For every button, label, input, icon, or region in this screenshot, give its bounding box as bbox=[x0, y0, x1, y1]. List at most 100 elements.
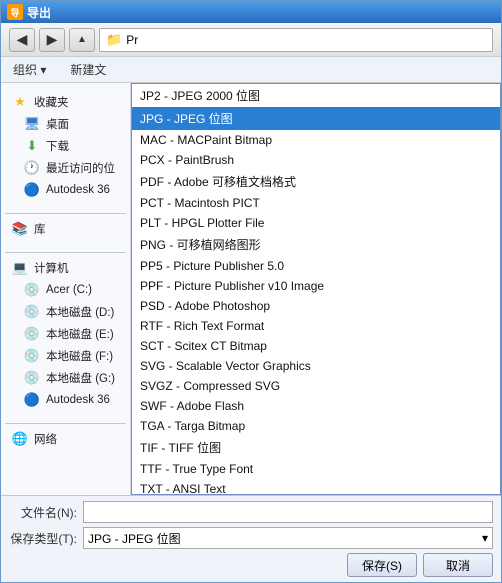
sidebar-item-autodesk2[interactable]: 🔵 Autodesk 36 bbox=[5, 389, 126, 411]
sidebar-favorites: ★ 收藏夹 🖥 桌面 ⬇ 下载 🕐 最近访问的位 🔵 Autodesk bbox=[5, 91, 126, 201]
dropdown-item[interactable]: PNG - 可移植网络图形 bbox=[132, 233, 500, 256]
format-dropdown-container: JP2 - JPEG 2000 位图JPG - JPEG 位图MAC - MAC… bbox=[131, 83, 501, 495]
address-text: Pr bbox=[126, 33, 138, 47]
sidebar-item-downloads[interactable]: ⬇ 下载 bbox=[5, 135, 126, 157]
menubar: 组织 ▾ 新建文 bbox=[1, 57, 501, 83]
address-bar: 📁 Pr bbox=[99, 28, 493, 52]
dropdown-item[interactable]: TTF - True Type Font bbox=[132, 459, 500, 479]
dropdown-item[interactable]: PCX - PaintBrush bbox=[132, 150, 500, 170]
dropdown-item[interactable]: TIF - TIFF 位图 bbox=[132, 436, 500, 459]
dropdown-item[interactable]: PPF - Picture Publisher v10 Image bbox=[132, 276, 500, 296]
window-icon: 导 bbox=[7, 4, 23, 20]
library-icon: 📚 bbox=[11, 221, 29, 237]
sidebar-label: 网络 bbox=[34, 431, 57, 447]
organize-menu[interactable]: 组织 ▾ bbox=[9, 59, 50, 80]
monitor-icon: 🖥 bbox=[23, 116, 41, 132]
filetype-select[interactable]: JPG - JPEG 位图 ▾ bbox=[83, 527, 493, 549]
sidebar-item-library[interactable]: 📚 库 bbox=[5, 218, 126, 240]
computer-icon: 💻 bbox=[11, 260, 29, 276]
sidebar-label: 本地磁盘 (F:) bbox=[46, 348, 113, 364]
sidebar-item-drive-g[interactable]: 💿 本地磁盘 (G:) bbox=[5, 367, 126, 389]
sidebar-label: Autodesk 36 bbox=[46, 394, 110, 406]
sidebar-divider3 bbox=[5, 423, 126, 424]
title-bar: 导 导出 bbox=[1, 1, 501, 23]
dropdown-item[interactable]: RTF - Rich Text Format bbox=[132, 316, 500, 336]
forward-button[interactable]: ▶ bbox=[39, 28, 65, 52]
toolbar: ◀ ▶ ▲ 📁 Pr bbox=[1, 23, 501, 57]
sidebar-divider2 bbox=[5, 252, 126, 253]
dropdown-item[interactable]: PSD - Adobe Photoshop bbox=[132, 296, 500, 316]
filetype-label: 保存类型(T): bbox=[9, 530, 77, 547]
dropdown-item[interactable]: MAC - MACPaint Bitmap bbox=[132, 130, 500, 150]
sidebar-label: 最近访问的位 bbox=[46, 160, 115, 176]
sidebar-label: 库 bbox=[34, 221, 46, 237]
dropdown-item[interactable]: PLT - HPGL Plotter File bbox=[132, 213, 500, 233]
dropdown-item[interactable]: JPG - JPEG 位图 bbox=[132, 107, 500, 130]
sidebar-label: 收藏夹 bbox=[34, 94, 69, 110]
back-button[interactable]: ◀ bbox=[9, 28, 35, 52]
autodesk-icon: 🔵 bbox=[23, 182, 41, 198]
sidebar-label: 下载 bbox=[46, 138, 69, 154]
sidebar-item-drive-f[interactable]: 💿 本地磁盘 (F:) bbox=[5, 345, 126, 367]
save-button[interactable]: 保存(S) bbox=[347, 553, 417, 577]
dropdown-item[interactable]: TXT - ANSI Text bbox=[132, 479, 500, 495]
sidebar-item-favorites[interactable]: ★ 收藏夹 bbox=[5, 91, 126, 113]
format-dropdown-list[interactable]: JP2 - JPEG 2000 位图JPG - JPEG 位图MAC - MAC… bbox=[131, 83, 501, 495]
sidebar-item-computer[interactable]: 💻 计算机 bbox=[5, 257, 126, 279]
file-area: JP2 - JPEG 2000 位图JPG - JPEG 位图MAC - MAC… bbox=[131, 83, 501, 495]
dropdown-item[interactable]: PP5 - Picture Publisher 5.0 bbox=[132, 256, 500, 276]
sidebar-label: 计算机 bbox=[34, 260, 69, 276]
sidebar-computer: 💻 计算机 💿 Acer (C:) 💿 本地磁盘 (D:) 💿 本地磁盘 (E:… bbox=[5, 257, 126, 411]
dropdown-item[interactable]: SWF - Adobe Flash bbox=[132, 396, 500, 416]
window-title: 导出 bbox=[27, 4, 51, 21]
sidebar-item-recent[interactable]: 🕐 最近访问的位 bbox=[5, 157, 126, 179]
export-window: 导 导出 ◀ ▶ ▲ 📁 Pr 组织 ▾ 新建文 ★ 收藏夹 bbox=[0, 0, 502, 583]
sidebar-label: 本地磁盘 (D:) bbox=[46, 304, 114, 320]
sidebar-item-network[interactable]: 🌐 网络 bbox=[5, 428, 126, 450]
folder-icon: 📁 bbox=[106, 32, 122, 48]
cancel-button[interactable]: 取消 bbox=[423, 553, 493, 577]
sidebar-network: 🌐 网络 bbox=[5, 428, 126, 450]
sidebar-label: 本地磁盘 (E:) bbox=[46, 326, 114, 342]
network-icon: 🌐 bbox=[11, 431, 29, 447]
sidebar-item-desktop[interactable]: 🖥 桌面 bbox=[5, 113, 126, 135]
main-content: ★ 收藏夹 🖥 桌面 ⬇ 下载 🕐 最近访问的位 🔵 Autodesk bbox=[1, 83, 501, 495]
filename-label: 文件名(N): bbox=[9, 504, 77, 521]
sidebar-label: 桌面 bbox=[46, 116, 69, 132]
sidebar-label: Autodesk 36 bbox=[46, 184, 110, 196]
drive-c-icon: 💿 bbox=[23, 282, 41, 298]
sidebar-label: 本地磁盘 (G:) bbox=[46, 370, 115, 386]
dropdown-item[interactable]: SVGZ - Compressed SVG bbox=[132, 376, 500, 396]
filename-row: 文件名(N): bbox=[9, 501, 493, 523]
sidebar-item-drive-e[interactable]: 💿 本地磁盘 (E:) bbox=[5, 323, 126, 345]
sidebar-divider1 bbox=[5, 213, 126, 214]
dropdown-item[interactable]: JP2 - JPEG 2000 位图 bbox=[132, 84, 500, 107]
dropdown-item[interactable]: TGA - Targa Bitmap bbox=[132, 416, 500, 436]
sidebar-library: 📚 库 bbox=[5, 218, 126, 240]
filetype-value: JPG - JPEG 位图 bbox=[88, 530, 181, 547]
sidebar-item-autodesk1[interactable]: 🔵 Autodesk 36 bbox=[5, 179, 126, 201]
drive-d-icon: 💿 bbox=[23, 304, 41, 320]
drive-f-icon: 💿 bbox=[23, 348, 41, 364]
filetype-row: 保存类型(T): JPG - JPEG 位图 ▾ bbox=[9, 527, 493, 549]
drive-e-icon: 💿 bbox=[23, 326, 41, 342]
dropdown-item[interactable]: PDF - Adobe 可移植文档格式 bbox=[132, 170, 500, 193]
autodesk2-icon: 🔵 bbox=[23, 392, 41, 408]
clock-icon: 🕐 bbox=[23, 160, 41, 176]
dropdown-arrow-icon: ▾ bbox=[482, 531, 488, 545]
filename-input[interactable] bbox=[83, 501, 493, 523]
dropdown-item[interactable]: SCT - Scitex CT Bitmap bbox=[132, 336, 500, 356]
download-icon: ⬇ bbox=[23, 138, 41, 154]
dropdown-item[interactable]: SVG - Scalable Vector Graphics bbox=[132, 356, 500, 376]
bottom-bar: 文件名(N): 保存类型(T): JPG - JPEG 位图 ▾ 保存(S) 取… bbox=[1, 495, 501, 582]
bottom-buttons: 保存(S) 取消 bbox=[9, 553, 493, 577]
new-menu[interactable]: 新建文 bbox=[66, 59, 110, 80]
sidebar: ★ 收藏夹 🖥 桌面 ⬇ 下载 🕐 最近访问的位 🔵 Autodesk bbox=[1, 83, 131, 495]
star-icon: ★ bbox=[11, 94, 29, 110]
up-button[interactable]: ▲ bbox=[69, 28, 95, 52]
dropdown-item[interactable]: PCT - Macintosh PICT bbox=[132, 193, 500, 213]
sidebar-item-drive-c[interactable]: 💿 Acer (C:) bbox=[5, 279, 126, 301]
drive-g-icon: 💿 bbox=[23, 370, 41, 386]
sidebar-label: Acer (C:) bbox=[46, 284, 92, 296]
sidebar-item-drive-d[interactable]: 💿 本地磁盘 (D:) bbox=[5, 301, 126, 323]
